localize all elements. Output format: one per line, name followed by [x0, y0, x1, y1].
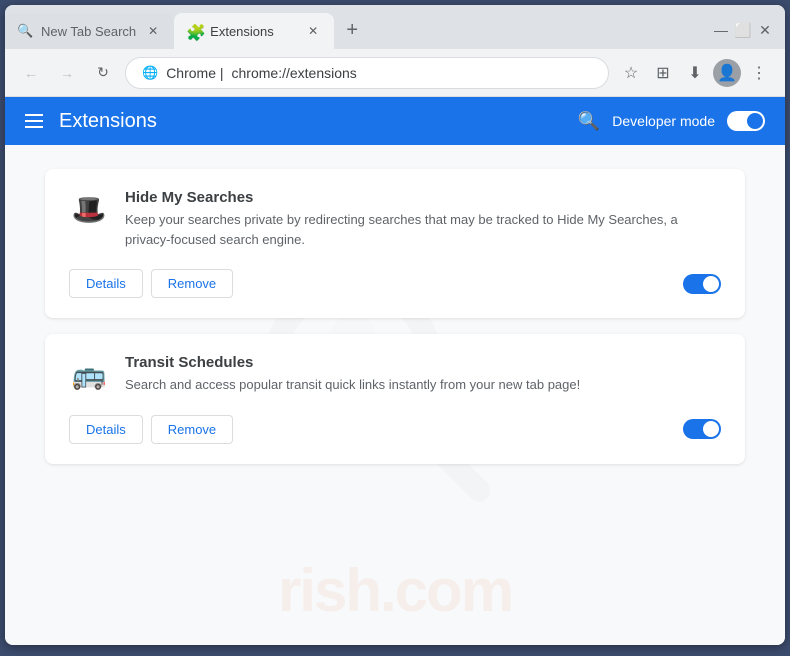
- ext-2-toggle[interactable]: [683, 419, 721, 439]
- ext-header-left: Extensions: [25, 110, 157, 133]
- address-actions: ☆ ⊞ ⬇ 👤 ⋮: [617, 59, 773, 87]
- title-bar: 🔍 New Tab Search ✕ 🧩 Extensions ✕ + — ⬜ …: [5, 5, 785, 49]
- address-domain: Chrome |: [166, 65, 223, 81]
- tab-2-close[interactable]: ✕: [304, 22, 322, 40]
- hamburger-line-3: [25, 126, 43, 128]
- tab-1-icon: 🔍: [17, 23, 33, 39]
- ext-1-info: Hide My Searches Keep your searches priv…: [125, 189, 721, 249]
- ext-card-2-footer: Details Remove: [69, 415, 721, 444]
- avatar-icon: 👤: [717, 63, 737, 83]
- ext-2-info: Transit Schedules Search and access popu…: [125, 354, 721, 395]
- hamburger-menu[interactable]: [25, 114, 43, 128]
- extensions-content: rish.com 🎩 Hide My Searches Keep your se…: [5, 145, 785, 645]
- ext-1-name: Hide My Searches: [125, 189, 721, 206]
- new-tab-button[interactable]: +: [338, 16, 366, 44]
- ext-1-remove-button[interactable]: Remove: [151, 269, 233, 298]
- window-controls: — ⬜ ✕: [713, 11, 785, 49]
- ext-2-description: Search and access popular transit quick …: [125, 375, 721, 395]
- menu-button[interactable]: ⋮: [745, 59, 773, 87]
- tab-1-title: New Tab Search: [41, 24, 136, 39]
- address-globe-icon: 🌐: [142, 65, 158, 81]
- extensions-header: Extensions 🔍 Developer mode: [5, 97, 785, 145]
- forward-button[interactable]: →: [53, 59, 81, 87]
- browser-window: 🔍 New Tab Search ✕ 🧩 Extensions ✕ + — ⬜ …: [5, 5, 785, 645]
- avatar-button[interactable]: 👤: [713, 59, 741, 87]
- ext-1-details-button[interactable]: Details: [69, 269, 143, 298]
- back-button[interactable]: ←: [17, 59, 45, 87]
- reload-button[interactable]: ↻: [89, 59, 117, 87]
- bookmark-button[interactable]: ☆: [617, 59, 645, 87]
- ext-2-details-button[interactable]: Details: [69, 415, 143, 444]
- ext-1-description: Keep your searches private by redirectin…: [125, 210, 721, 249]
- ext-1-icon: 🎩: [69, 189, 109, 229]
- developer-mode-label: Developer mode: [612, 113, 715, 129]
- ext-card-1-footer: Details Remove: [69, 269, 721, 298]
- watermark-text: rish.com: [278, 556, 512, 625]
- ext-2-name: Transit Schedules: [125, 354, 721, 371]
- minimize-button[interactable]: —: [713, 22, 729, 38]
- close-button[interactable]: ✕: [757, 22, 773, 38]
- extension-card-1: 🎩 Hide My Searches Keep your searches pr…: [45, 169, 745, 318]
- ext-1-toggle[interactable]: [683, 274, 721, 294]
- extensions-title: Extensions: [59, 110, 157, 133]
- maximize-button[interactable]: ⬜: [735, 22, 751, 38]
- extension-card-2: 🚌 Transit Schedules Search and access po…: [45, 334, 745, 464]
- ext-2-icon: 🚌: [69, 354, 109, 394]
- search-icon[interactable]: 🔍: [578, 111, 600, 132]
- hamburger-line-1: [25, 114, 43, 116]
- tab-2-title: Extensions: [210, 24, 274, 39]
- ext-card-2-header: 🚌 Transit Schedules Search and access po…: [69, 354, 721, 395]
- address-input[interactable]: 🌐 Chrome | chrome://extensions: [125, 57, 609, 89]
- download-button[interactable]: ⬇: [681, 59, 709, 87]
- tab-2-icon: 🧩: [186, 23, 202, 39]
- ext-header-right: 🔍 Developer mode: [578, 111, 765, 132]
- address-path: chrome://extensions: [232, 65, 357, 81]
- tab-2[interactable]: 🧩 Extensions ✕: [174, 13, 334, 49]
- tab-1-close[interactable]: ✕: [144, 22, 162, 40]
- developer-mode-toggle[interactable]: [727, 111, 765, 131]
- address-bar: ← → ↻ 🌐 Chrome | chrome://extensions ☆ ⊞…: [5, 49, 785, 97]
- tab-1[interactable]: 🔍 New Tab Search ✕: [5, 13, 174, 49]
- hamburger-line-2: [25, 120, 43, 122]
- screenshot-button[interactable]: ⊞: [649, 59, 677, 87]
- ext-card-1-header: 🎩 Hide My Searches Keep your searches pr…: [69, 189, 721, 249]
- ext-2-remove-button[interactable]: Remove: [151, 415, 233, 444]
